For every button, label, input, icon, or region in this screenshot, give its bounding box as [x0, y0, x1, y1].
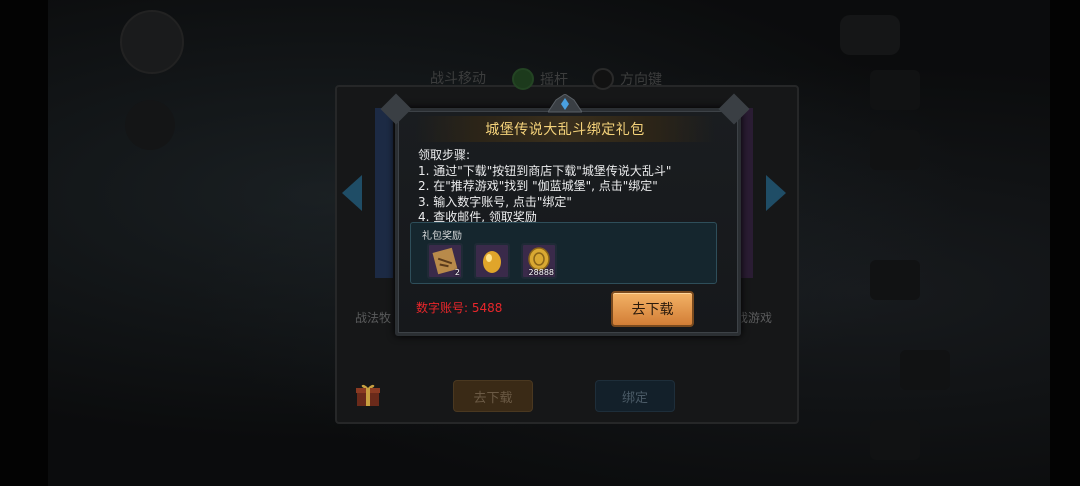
steps-text: 领取步骤: 1. 通过"下载"按钮到商店下载"城堡传说大乱斗" 2. 在"推荐游…: [418, 148, 671, 226]
next-arrow-icon[interactable]: [766, 175, 786, 211]
download-button[interactable]: 去下载: [611, 291, 694, 327]
side-menu-icon: [900, 350, 950, 390]
side-menu-icon: [870, 260, 920, 300]
account-number: 数字账号: 5488: [416, 301, 503, 315]
dialog-title: 城堡传说大乱斗绑定礼包: [485, 122, 645, 138]
dpad-radio-label: 方向键: [620, 72, 662, 88]
step-2: 2. 在"推荐游戏"找到 "伽蓝城堡", 点击"绑定": [418, 179, 658, 194]
side-menu-icon: [870, 70, 920, 110]
right-side-label: 戏游戏: [736, 311, 773, 325]
reward-item[interactable]: [474, 243, 510, 279]
step-3: 3. 输入数字账号, 点击"绑定": [418, 194, 572, 209]
reward-qty: 2: [454, 268, 460, 277]
crest-icon: [548, 94, 582, 113]
right-edge: [1050, 0, 1080, 486]
gift-icon: [356, 384, 380, 406]
player-avatar: [120, 10, 184, 74]
joystick-radio-label: 摇杆: [540, 72, 568, 88]
bind-button[interactable]: 绑定: [595, 380, 675, 412]
battle-move-label: 战斗移动: [430, 71, 486, 87]
background-download-button[interactable]: 去下载: [453, 380, 533, 412]
hud-counter: [840, 15, 900, 55]
prev-arrow-icon[interactable]: [342, 175, 362, 211]
left-edge: [0, 0, 48, 486]
reward-title: 礼包奖励: [422, 231, 462, 242]
dpad-radio[interactable]: [592, 68, 614, 90]
hud-icon: [125, 100, 175, 150]
golden-egg-icon: [483, 251, 501, 273]
banner-image-left: [375, 108, 393, 278]
reward-qty: 28888: [528, 268, 554, 277]
joystick-radio[interactable]: [512, 68, 534, 90]
reward-item[interactable]: 28888: [521, 243, 557, 279]
steps-heading: 领取步骤:: [418, 148, 471, 162]
reward-item[interactable]: 2: [427, 243, 463, 279]
left-side-label: 战法牧: [355, 311, 392, 325]
side-menu-icon: [870, 130, 920, 170]
side-menu-icon: [870, 420, 920, 460]
step-1: 1. 通过"下载"按钮到商店下载"城堡传说大乱斗": [418, 163, 672, 178]
dialog-title-bar: 城堡传说大乱斗绑定礼包: [415, 116, 715, 142]
